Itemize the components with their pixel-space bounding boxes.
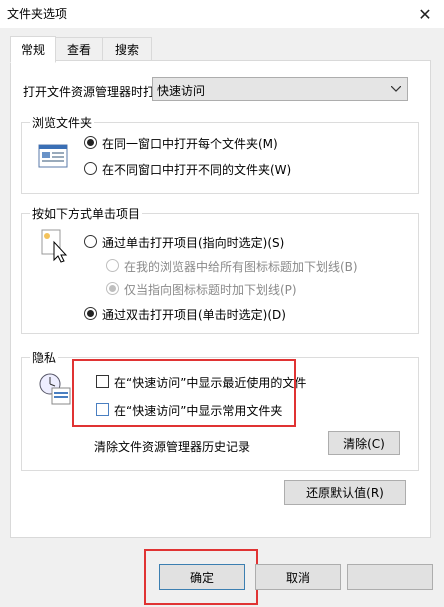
browse-folders-group: 浏览文件夹 在同一窗口中打开每个文件夹(M) 在不同窗口中打开不同的文件夹(W) <box>21 114 419 194</box>
restore-defaults-button[interactable]: 还原默认值(R) <box>284 480 406 505</box>
privacy-clock-icon <box>39 373 71 405</box>
radio-underline-all[interactable] <box>106 259 119 272</box>
tab-search[interactable]: 搜索 <box>102 37 152 60</box>
folder-window-icon <box>38 144 68 168</box>
highlight-box-privacy <box>72 359 296 427</box>
underline-all-label: 在我的浏览器中给所有图标标题加下划线(B) <box>124 260 358 274</box>
same-window-label: 在同一窗口中打开每个文件夹(M) <box>102 137 278 151</box>
close-button[interactable]: ✕ <box>406 0 444 28</box>
radio-single-click[interactable] <box>84 235 97 248</box>
tab-page-general: 打开文件资源管理器时打 快速访问 浏览文件夹 在同一窗口中打开每个文件夹(M) … <box>10 60 431 538</box>
radio-double-click[interactable] <box>84 307 97 320</box>
open-to-label: 打开文件资源管理器时打 <box>23 85 156 99</box>
underline-point-label: 仅当指向图标标题时加下划线(P) <box>124 283 297 297</box>
highlight-box-ok <box>144 549 258 605</box>
radio-underline-point[interactable] <box>106 282 119 295</box>
title-bar: 文件夹选项 ✕ <box>0 0 444 28</box>
open-to-dropdown[interactable]: 快速访问 <box>152 77 408 101</box>
different-window-label: 在不同窗口中打开不同的文件夹(W) <box>102 163 292 177</box>
apply-button[interactable] <box>347 564 433 590</box>
click-items-group: 按如下方式单击项目 通过单击打开项目(指向时选定)(S) 在我的浏览器中给所有图… <box>21 205 419 334</box>
chevron-down-icon <box>391 86 401 92</box>
tab-general[interactable]: 常规 <box>10 36 56 63</box>
cursor-click-icon <box>41 229 68 263</box>
clear-button[interactable]: 清除(C) <box>328 431 400 455</box>
open-to-value: 快速访问 <box>157 84 206 98</box>
single-click-label: 通过单击打开项目(指向时选定)(S) <box>102 236 285 250</box>
browse-folders-title: 浏览文件夹 <box>30 114 95 131</box>
click-items-title: 按如下方式单击项目 <box>30 205 143 222</box>
cancel-button[interactable]: 取消 <box>255 564 341 590</box>
double-click-label: 通过双击打开项目(单击时选定)(D) <box>102 308 286 322</box>
window-title: 文件夹选项 <box>7 7 68 21</box>
radio-same-window[interactable] <box>84 136 97 149</box>
privacy-title: 隐私 <box>30 349 59 366</box>
close-icon: ✕ <box>418 4 432 24</box>
tab-view[interactable]: 查看 <box>54 37 104 60</box>
radio-different-window[interactable] <box>84 162 97 175</box>
clear-history-label: 清除文件资源管理器历史记录 <box>94 440 251 454</box>
